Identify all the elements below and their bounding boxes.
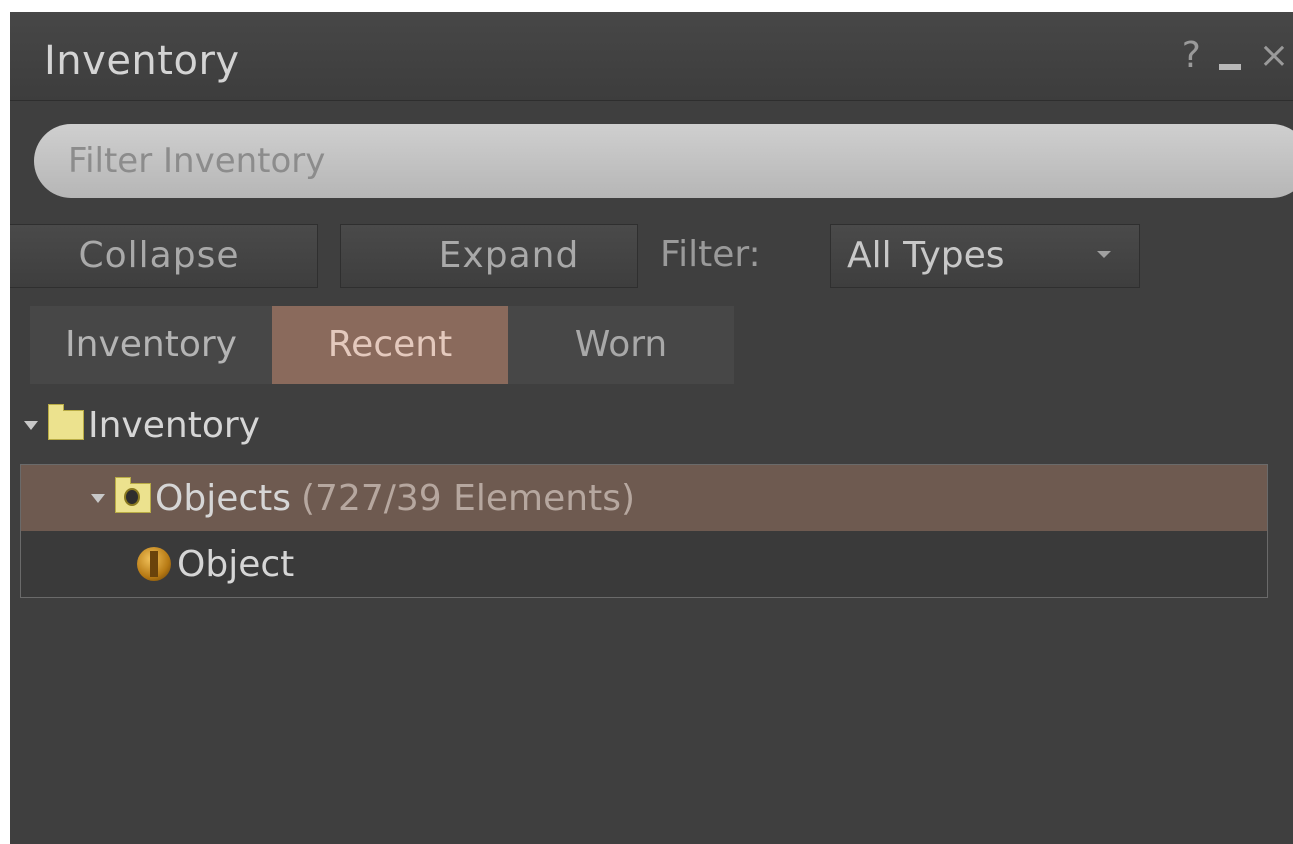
- expand-button[interactable]: Expand: [340, 224, 638, 288]
- disclosure-triangle-icon[interactable]: [24, 420, 38, 430]
- objects-badge-icon: [124, 488, 140, 506]
- tree-row-objects[interactable]: Objects (727/39 Elements): [21, 465, 1267, 531]
- tab-recent[interactable]: Recent: [272, 306, 508, 384]
- type-filter-select[interactable]: All Types: [830, 224, 1140, 288]
- tab-worn[interactable]: Worn: [508, 306, 734, 384]
- tree-root-row[interactable]: Inventory: [24, 396, 260, 454]
- window-title: Inventory: [44, 38, 240, 84]
- object-icon: [137, 547, 171, 581]
- objects-count: (727/39 Elements): [301, 477, 635, 519]
- dropdown-caret-icon: [1097, 251, 1111, 258]
- tree-items-panel: Objects (727/39 Elements) Object: [20, 464, 1268, 598]
- inventory-window: Inventory ? × Collapse Expand Filter: Al…: [10, 12, 1293, 844]
- close-icon[interactable]: ×: [1259, 38, 1289, 74]
- tree-row-object[interactable]: Object: [21, 531, 1267, 597]
- help-icon[interactable]: ?: [1182, 38, 1201, 74]
- folder-icon: [48, 404, 84, 440]
- filter-label: Filter:: [660, 234, 761, 275]
- type-filter-value: All Types: [847, 235, 1005, 276]
- tree-root-label: Inventory: [88, 404, 260, 446]
- minimize-icon[interactable]: [1218, 64, 1241, 70]
- collapse-button[interactable]: Collapse: [10, 224, 318, 288]
- objects-folder-icon: [115, 477, 151, 513]
- disclosure-triangle-icon[interactable]: [91, 493, 105, 503]
- filter-inventory-input[interactable]: [34, 124, 1293, 198]
- objects-label: Objects: [155, 477, 292, 519]
- object-label: Object: [177, 543, 295, 585]
- tab-inventory[interactable]: Inventory: [30, 306, 272, 384]
- inventory-tabs: Inventory Recent Worn: [30, 306, 734, 384]
- title-bar[interactable]: Inventory ? ×: [10, 12, 1293, 101]
- window-controls: ? ×: [1182, 38, 1289, 74]
